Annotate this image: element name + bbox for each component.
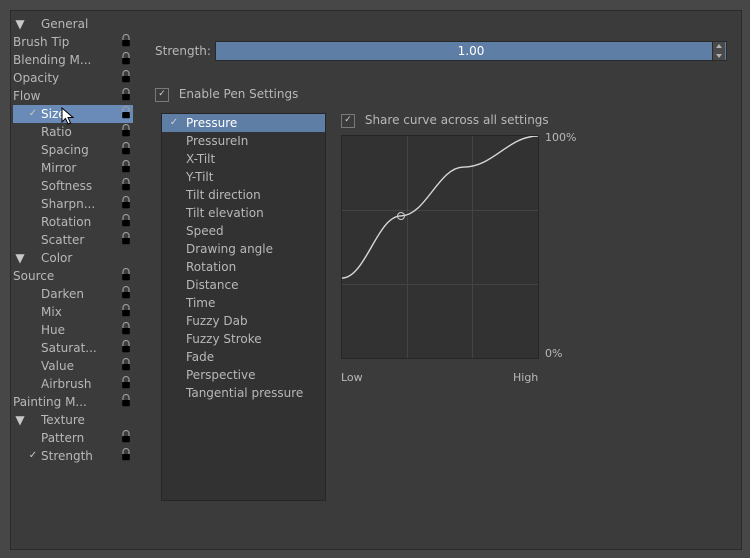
lock-icon <box>121 448 131 465</box>
sensor-fuzzy-dab[interactable]: Fuzzy Dab <box>162 312 325 330</box>
sensor-fade[interactable]: Fade <box>162 348 325 366</box>
axis-y-bottom: 0% <box>545 347 562 360</box>
tree-item-spacing[interactable]: Spacing <box>13 141 133 159</box>
arrow-down-icon: ▼ <box>13 411 27 429</box>
check-icon: ✓ <box>27 447 39 465</box>
check-icon: ✓ <box>341 114 355 128</box>
lock-icon <box>121 178 131 195</box>
sensor-speed[interactable]: Speed <box>162 222 325 240</box>
tree-item-mix[interactable]: Mix <box>13 303 133 321</box>
option-tree[interactable]: ▼GeneralBrush TipBlending M...OpacityFlo… <box>13 15 133 465</box>
lock-icon <box>121 106 131 123</box>
axis-x-high: High <box>513 371 538 384</box>
tree-item-airbrush[interactable]: Airbrush <box>13 375 133 393</box>
tree-item-softness[interactable]: Softness <box>13 177 133 195</box>
lock-icon <box>121 70 131 87</box>
tree-item-source[interactable]: Source <box>13 267 133 285</box>
tree-item-hue[interactable]: Hue <box>13 321 133 339</box>
arrow-down-icon: ▼ <box>13 249 27 267</box>
lock-icon <box>121 52 131 69</box>
tree-item-ratio[interactable]: Ratio <box>13 123 133 141</box>
sensor-y-tilt[interactable]: Y-Tilt <box>162 168 325 186</box>
tree-item-scatter[interactable]: Scatter <box>13 231 133 249</box>
check-icon: ✓ <box>168 114 180 132</box>
curve-handle[interactable] <box>397 212 405 220</box>
tree-item-opacity[interactable]: Opacity <box>13 69 133 87</box>
sensor-time[interactable]: Time <box>162 294 325 312</box>
axis-x-low: Low <box>341 371 363 384</box>
sensor-drawing-angle[interactable]: Drawing angle <box>162 240 325 258</box>
strength-spin[interactable] <box>712 42 725 60</box>
sensor-pressurein[interactable]: PressureIn <box>162 132 325 150</box>
tree-item-value[interactable]: Value <box>13 357 133 375</box>
check-icon: ✓ <box>27 105 39 123</box>
lock-icon <box>121 160 131 177</box>
lock-icon <box>121 394 131 411</box>
lock-icon <box>121 358 131 375</box>
lock-icon <box>121 340 131 357</box>
sensor-tangential-pressure[interactable]: Tangential pressure <box>162 384 325 402</box>
sensor-x-tilt[interactable]: X-Tilt <box>162 150 325 168</box>
curve-editor[interactable] <box>341 135 539 359</box>
axis-y-top: 100% <box>545 131 576 144</box>
lock-icon <box>121 124 131 141</box>
tree-item-darken[interactable]: Darken <box>13 285 133 303</box>
lock-icon <box>121 34 131 51</box>
lock-icon <box>121 304 131 321</box>
strength-label: Strength: <box>155 44 215 58</box>
sensor-rotation[interactable]: Rotation <box>162 258 325 276</box>
tree-group-color[interactable]: ▼Color <box>13 249 133 267</box>
tree-item-saturat[interactable]: Saturat... <box>13 339 133 357</box>
brush-editor-panel: ▼GeneralBrush TipBlending M...OpacityFlo… <box>0 0 750 558</box>
arrow-down-icon: ▼ <box>13 15 27 33</box>
lock-icon <box>121 268 131 285</box>
tree-item-pattern[interactable]: Pattern <box>13 429 133 447</box>
panel-frame: ▼GeneralBrush TipBlending M...OpacityFlo… <box>10 10 742 550</box>
strength-input[interactable]: 1.00 <box>215 41 727 61</box>
lock-icon <box>121 142 131 159</box>
sensor-tilt-direction[interactable]: Tilt direction <box>162 186 325 204</box>
tree-item-mirror[interactable]: Mirror <box>13 159 133 177</box>
lock-icon <box>121 214 131 231</box>
tree-item-brush-tip[interactable]: Brush Tip <box>13 33 133 51</box>
tree-item-flow[interactable]: Flow <box>13 87 133 105</box>
lock-icon <box>121 286 131 303</box>
tree-item-rotation[interactable]: Rotation <box>13 213 133 231</box>
share-curve-checkbox[interactable]: ✓ Share curve across all settings <box>341 113 549 128</box>
enable-pen-checkbox[interactable]: ✓ Enable Pen Settings <box>155 87 298 102</box>
share-curve-label: Share curve across all settings <box>365 113 549 127</box>
tree-item-blending-m[interactable]: Blending M... <box>13 51 133 69</box>
tree-group-painting-m[interactable]: Painting M... <box>13 393 133 411</box>
sensor-perspective[interactable]: Perspective <box>162 366 325 384</box>
lock-icon <box>121 322 131 339</box>
strength-value: 1.00 <box>458 44 485 58</box>
sensor-fuzzy-stroke[interactable]: Fuzzy Stroke <box>162 330 325 348</box>
lock-icon <box>121 232 131 249</box>
lock-icon <box>121 376 131 393</box>
sensor-distance[interactable]: Distance <box>162 276 325 294</box>
lock-icon <box>121 430 131 447</box>
tree-group-general[interactable]: ▼General <box>13 15 133 33</box>
lock-icon <box>121 88 131 105</box>
sensor-tilt-elevation[interactable]: Tilt elevation <box>162 204 325 222</box>
tree-item-sharpn[interactable]: Sharpn... <box>13 195 133 213</box>
sensor-pressure[interactable]: ✓Pressure <box>162 114 325 132</box>
right-pane: Strength: 1.00 ✓ Enable Pen Settings ✓ S… <box>141 11 741 549</box>
tree-item-size[interactable]: ✓Size <box>13 105 133 123</box>
tree-item-strength[interactable]: ✓Strength <box>13 447 133 465</box>
check-icon: ✓ <box>155 88 169 102</box>
enable-pen-label: Enable Pen Settings <box>179 87 299 101</box>
lock-icon <box>121 196 131 213</box>
tree-group-texture[interactable]: ▼Texture <box>13 411 133 429</box>
sensor-list[interactable]: ✓PressurePressureInX-TiltY-TiltTilt dire… <box>161 113 326 501</box>
